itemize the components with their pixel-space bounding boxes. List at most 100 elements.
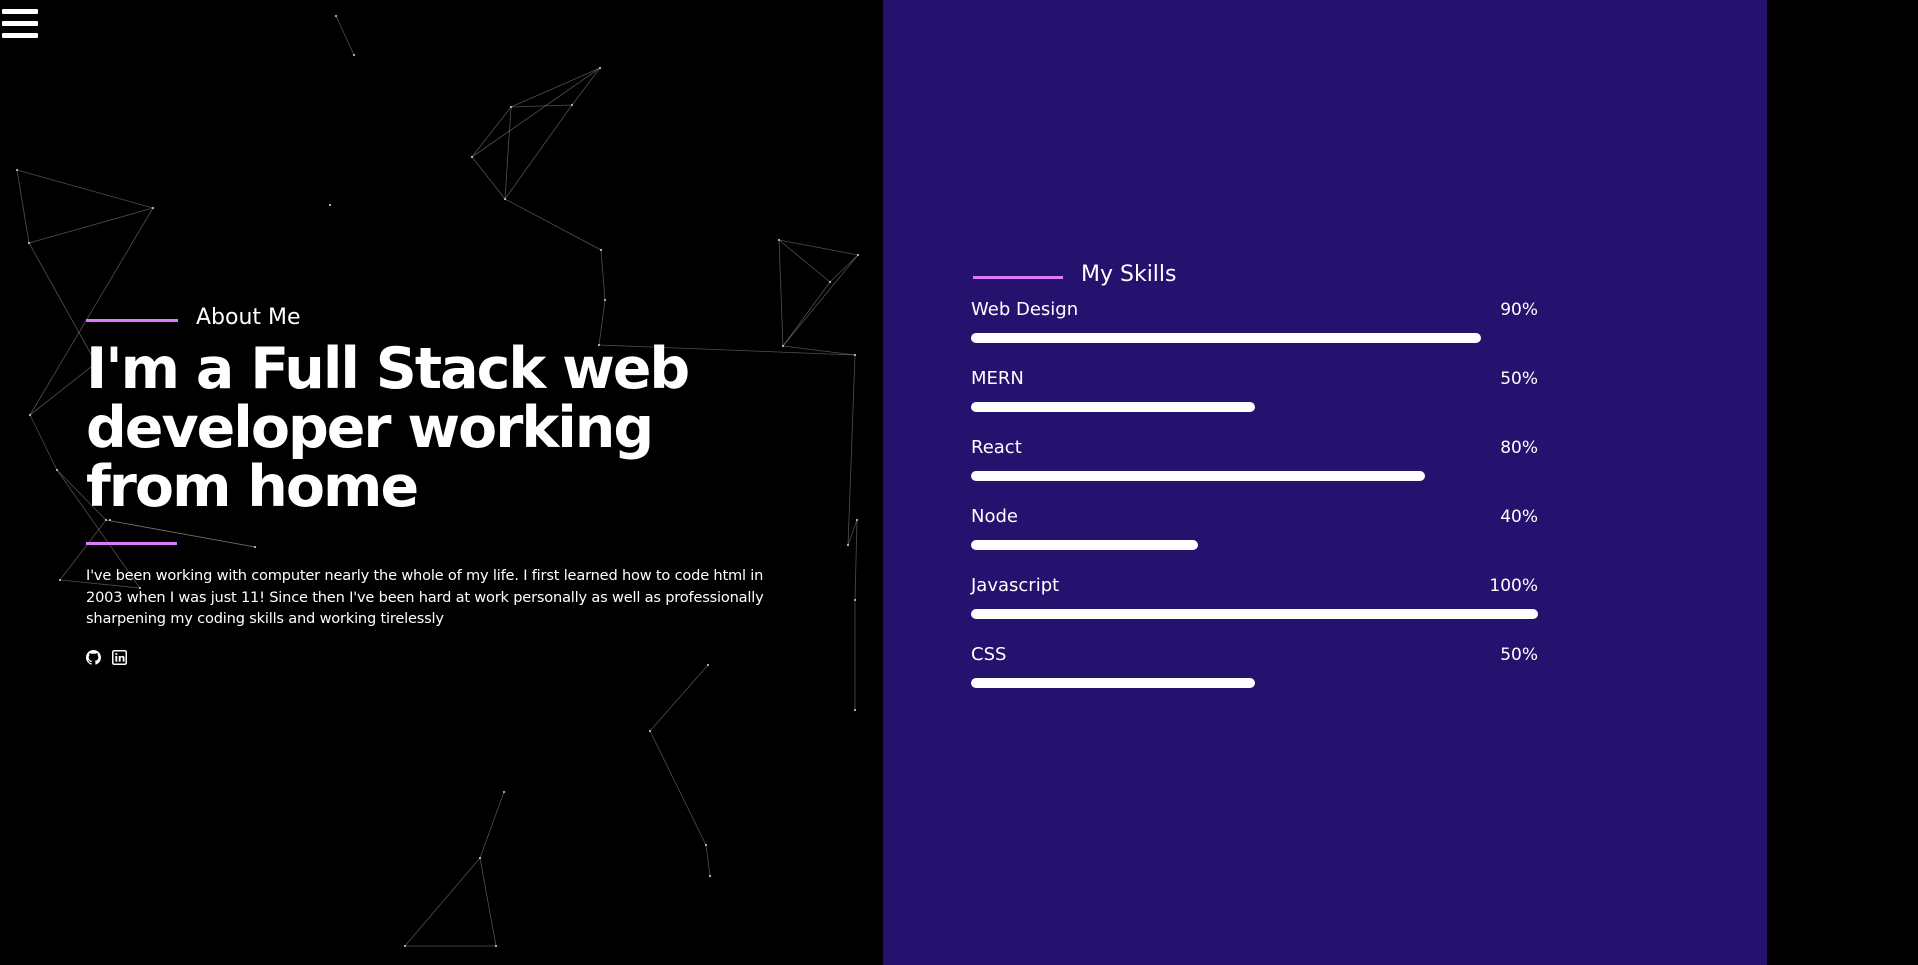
network-line	[29, 414, 58, 471]
network-line	[504, 104, 573, 200]
skill-item: MERN 50%	[971, 367, 1538, 436]
skill-progress-bar	[971, 540, 1198, 550]
network-line	[829, 254, 859, 283]
network-node	[706, 663, 710, 667]
network-line	[510, 104, 573, 108]
network-node	[853, 708, 857, 712]
network-line	[705, 844, 711, 877]
network-line	[28, 207, 154, 244]
skill-item: React 80%	[971, 436, 1538, 505]
network-line	[479, 791, 505, 859]
skill-percent: 100%	[1489, 576, 1538, 596]
network-node	[708, 874, 712, 878]
skill-percent: 80%	[1500, 438, 1538, 458]
network-node	[502, 790, 506, 794]
network-line	[649, 664, 709, 732]
network-node	[28, 413, 32, 417]
social-links	[86, 650, 127, 665]
network-line	[649, 730, 707, 846]
network-line	[778, 239, 831, 283]
skill-name: MERN	[971, 368, 1024, 389]
network-node	[494, 944, 498, 948]
skill-progress-track	[971, 402, 1538, 412]
network-line	[504, 106, 512, 200]
network-node	[55, 468, 59, 472]
hamburger-menu-icon[interactable]	[2, 6, 38, 40]
skill-progress-track	[971, 540, 1538, 550]
skill-percent: 50%	[1500, 369, 1538, 389]
network-node	[855, 518, 859, 522]
menu-bar	[2, 9, 38, 14]
network-node	[478, 856, 482, 860]
network-node	[648, 729, 652, 733]
network-node	[253, 545, 257, 549]
skill-progress-track	[971, 609, 1538, 619]
network-node	[598, 66, 602, 70]
network-node	[570, 103, 574, 107]
skill-progress-track	[971, 333, 1538, 343]
network-line	[778, 239, 859, 256]
network-line	[847, 519, 858, 546]
network-line	[504, 198, 602, 251]
skill-item: Javascript 100%	[971, 574, 1538, 643]
skill-progress-bar	[971, 471, 1425, 481]
skill-progress-track	[971, 678, 1538, 688]
network-line	[778, 239, 784, 347]
network-node	[334, 14, 338, 18]
heading-accent-line	[86, 319, 178, 322]
network-line	[854, 519, 858, 601]
menu-bar	[2, 33, 38, 38]
linkedin-icon[interactable]	[112, 650, 127, 665]
network-line	[782, 254, 859, 347]
skill-name: Node	[971, 506, 1018, 527]
network-node	[403, 944, 407, 948]
about-headline: I'm a Full Stack web developer working f…	[86, 336, 690, 520]
network-node	[599, 248, 603, 252]
network-node	[328, 203, 332, 207]
network-node	[58, 578, 62, 582]
skill-name: Web Design	[971, 299, 1079, 320]
about-section: About Me I'm a Full Stack web developer …	[0, 0, 883, 965]
skill-item: Node 40%	[971, 505, 1538, 574]
network-node	[828, 280, 832, 284]
network-node	[853, 598, 857, 602]
skill-progress-bar	[971, 333, 1482, 343]
about-heading: About Me	[196, 305, 301, 330]
skill-progress-bar	[971, 609, 1538, 619]
network-line	[335, 15, 355, 56]
skill-progress-bar	[971, 402, 1255, 412]
skills-list: Web Design 90% MERN 50% React 80% Node 4…	[971, 298, 1538, 712]
headline-underline	[86, 542, 177, 545]
network-node	[27, 241, 31, 245]
skill-item: CSS 50%	[971, 643, 1538, 712]
network-line	[782, 281, 831, 347]
network-node	[704, 843, 708, 847]
skill-percent: 50%	[1500, 645, 1538, 665]
network-node	[352, 53, 356, 57]
menu-bar	[2, 21, 38, 26]
network-node	[846, 543, 850, 547]
network-line	[16, 169, 154, 209]
network-line	[479, 857, 497, 947]
skills-heading: My Skills	[1081, 262, 1177, 287]
github-icon[interactable]	[86, 650, 101, 665]
network-line	[404, 857, 481, 947]
skill-item: Web Design 90%	[971, 298, 1538, 367]
network-line	[471, 156, 506, 200]
network-line	[571, 67, 601, 106]
skill-name: CSS	[971, 644, 1007, 665]
about-bio: I've been working with computer nearly t…	[86, 567, 764, 627]
network-node	[509, 105, 513, 109]
network-line	[471, 106, 512, 158]
network-node	[503, 197, 507, 201]
network-node	[856, 253, 860, 257]
skill-name: React	[971, 437, 1022, 458]
network-node	[853, 353, 857, 357]
skill-progress-bar	[971, 678, 1255, 688]
network-line	[16, 169, 30, 244]
network-node	[151, 206, 155, 210]
network-node	[470, 155, 474, 159]
network-line	[600, 249, 606, 301]
network-node	[777, 238, 781, 242]
skill-percent: 40%	[1500, 507, 1538, 527]
